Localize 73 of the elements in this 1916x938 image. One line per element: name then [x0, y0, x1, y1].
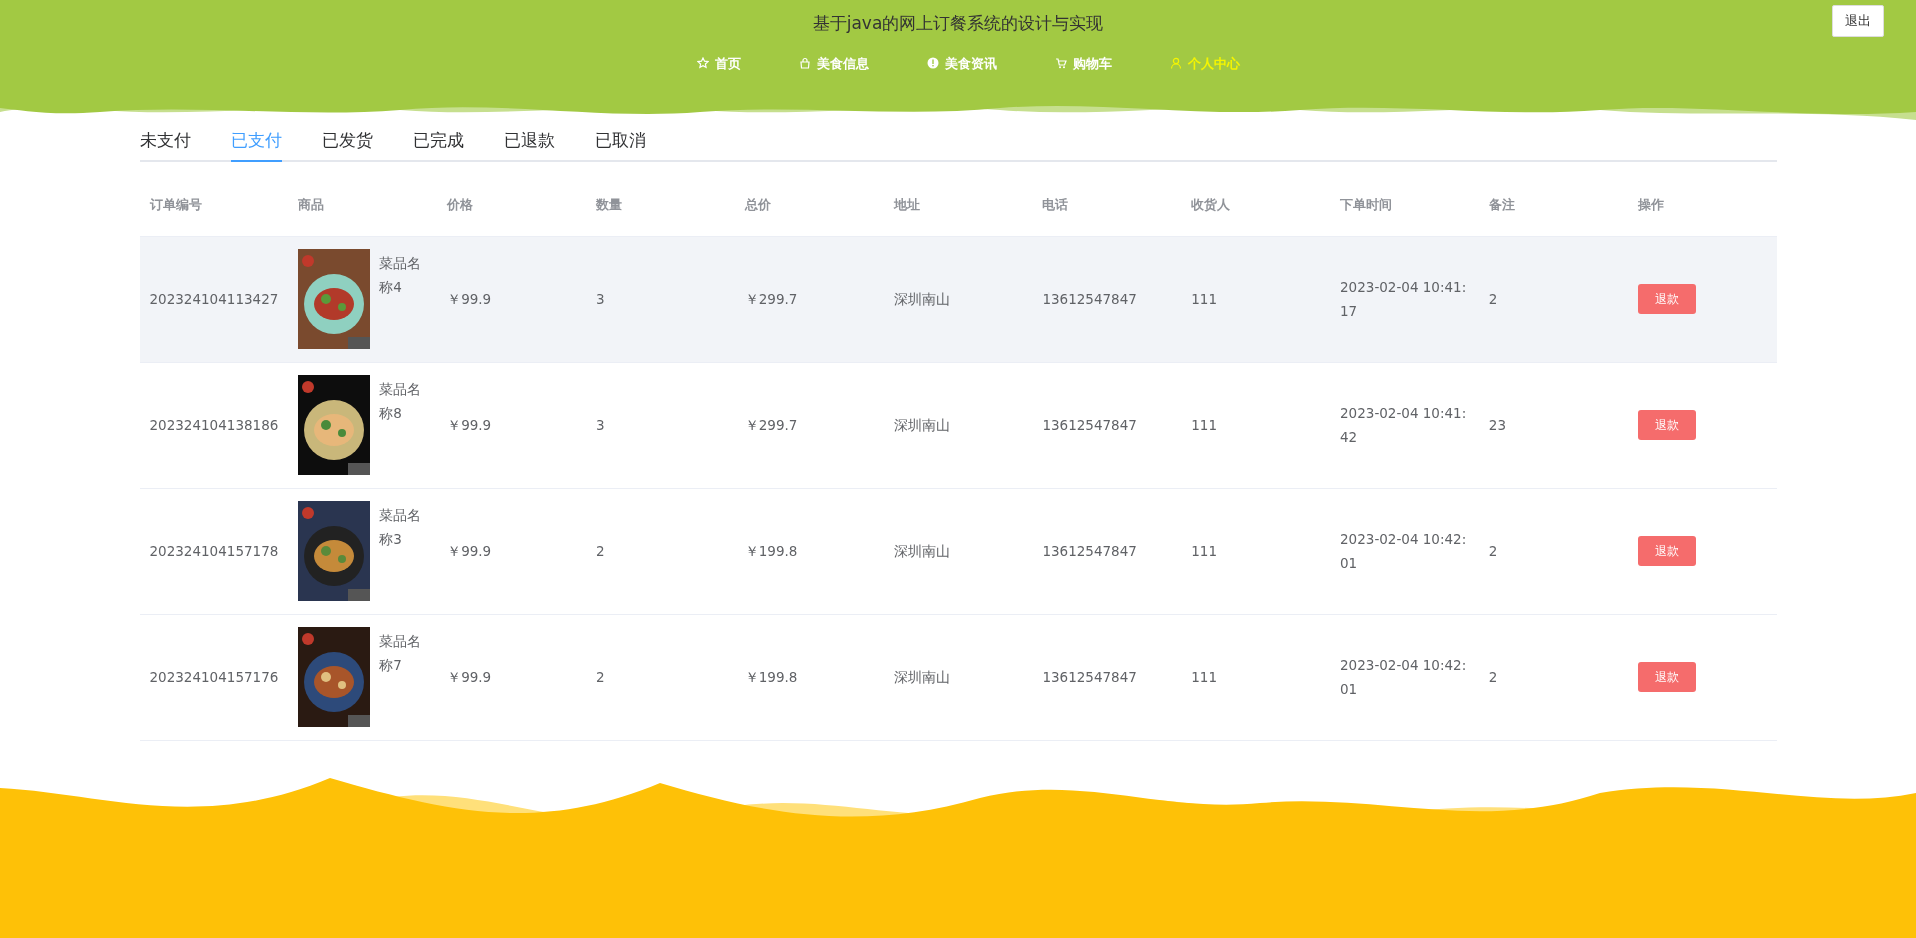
refund-button[interactable]: 退款 — [1637, 410, 1696, 440]
table-cell-text: 2 — [594, 667, 606, 687]
table-cell-text: 深圳南山 — [892, 415, 951, 435]
logout-button[interactable]: 退出 — [1832, 5, 1884, 37]
column-header: 地址 — [892, 195, 921, 214]
refund-button[interactable]: 退款 — [1637, 662, 1696, 692]
tab[interactable]: 已发货 — [321, 124, 373, 162]
tab[interactable]: 已完成 — [412, 124, 464, 162]
nav-link[interactable]: 购物车 — [1054, 53, 1112, 73]
column-header: 数量 — [594, 195, 623, 214]
refund-button[interactable]: 退款 — [1637, 536, 1696, 566]
exclamation-icon — [926, 57, 939, 70]
column-header: 收货人 — [1190, 195, 1232, 214]
table-cell-text: 3 — [594, 289, 606, 309]
table-cell-text: 111 — [1190, 541, 1218, 561]
table-cell-text: 202324104113427 — [148, 289, 280, 309]
table-cell-text: 202324104157178 — [148, 541, 280, 561]
product-name: 菜品名称3 — [379, 506, 423, 549]
table-cell-text: 2023-02-04 10:42:01 — [1340, 530, 1468, 573]
table-cell-text: 13612547847 — [1041, 415, 1138, 435]
table-cell-text: 2 — [594, 541, 606, 561]
table-cell-text: 2 — [1487, 541, 1499, 561]
refund-button[interactable]: 退款 — [1637, 284, 1696, 314]
table-cell-text: 深圳南山 — [892, 667, 951, 687]
table-cell-text: 111 — [1190, 289, 1218, 309]
star-icon — [696, 57, 709, 70]
tab[interactable]: 已支付 — [230, 124, 282, 162]
table-cell-text: 2023-02-04 10:41:17 — [1340, 278, 1468, 321]
table-cell-text: 13612547847 — [1041, 541, 1138, 561]
table-cell-text: 13612547847 — [1041, 289, 1138, 309]
nav-link[interactable]: 个人中心 — [1169, 53, 1240, 73]
table-cell-text: ￥299.7 — [743, 415, 799, 435]
nav-link[interactable]: 首页 — [696, 53, 741, 73]
table-cell-text: 2023-02-04 10:42:01 — [1340, 656, 1468, 699]
table-cell-text: 2 — [1487, 289, 1499, 309]
column-header: 下单时间 — [1339, 195, 1394, 214]
tab[interactable]: 已取消 — [594, 124, 646, 162]
table-cell-text: ￥199.8 — [743, 541, 799, 561]
product-name: 菜品名称4 — [379, 254, 423, 297]
table-cell-text: ￥99.9 — [446, 541, 493, 561]
table-cell-text: 111 — [1190, 667, 1218, 687]
nav-link[interactable]: 美食信息 — [798, 53, 869, 73]
table-cell-text: ￥299.7 — [743, 289, 799, 309]
table-cell-text: 深圳南山 — [892, 289, 951, 309]
nav-link[interactable]: 美食资讯 — [926, 53, 997, 73]
table-cell-text: ￥99.9 — [446, 667, 493, 687]
table-cell-text: 202324104157176 — [148, 667, 280, 687]
table-cell-text: ￥199.8 — [743, 667, 799, 687]
product-name: 菜品名称8 — [379, 380, 423, 423]
table-cell-text: ￥99.9 — [446, 415, 493, 435]
column-header: 订单编号 — [148, 195, 203, 214]
column-header: 总价 — [743, 195, 772, 214]
cart-icon — [1054, 57, 1067, 70]
table-cell-text: 111 — [1190, 415, 1218, 435]
table-cell-text: 202324104138186 — [148, 415, 280, 435]
user-icon — [1169, 57, 1182, 70]
site-title: 基于java的网上订餐系统的设计与实现 — [812, 12, 1104, 35]
column-header: 商品 — [297, 195, 326, 214]
table-cell-text: 3 — [594, 415, 606, 435]
tab[interactable]: 未支付 — [139, 124, 191, 162]
table-cell-text: 23 — [1487, 415, 1508, 435]
table-cell-text: 2023-02-04 10:41:42 — [1340, 404, 1468, 447]
tab[interactable]: 已退款 — [503, 124, 555, 162]
table-cell-text: 2 — [1487, 667, 1499, 687]
column-header: 价格 — [445, 195, 475, 214]
table-cell-text: 深圳南山 — [892, 541, 951, 561]
product-name: 菜品名称7 — [379, 632, 423, 675]
column-header: 电话 — [1041, 195, 1070, 214]
bag-icon — [798, 57, 811, 70]
column-header: 操作 — [1636, 195, 1665, 214]
column-header: 备注 — [1487, 195, 1516, 214]
table-cell-text: ￥99.9 — [446, 289, 493, 309]
table-cell-text: 13612547847 — [1041, 667, 1138, 687]
